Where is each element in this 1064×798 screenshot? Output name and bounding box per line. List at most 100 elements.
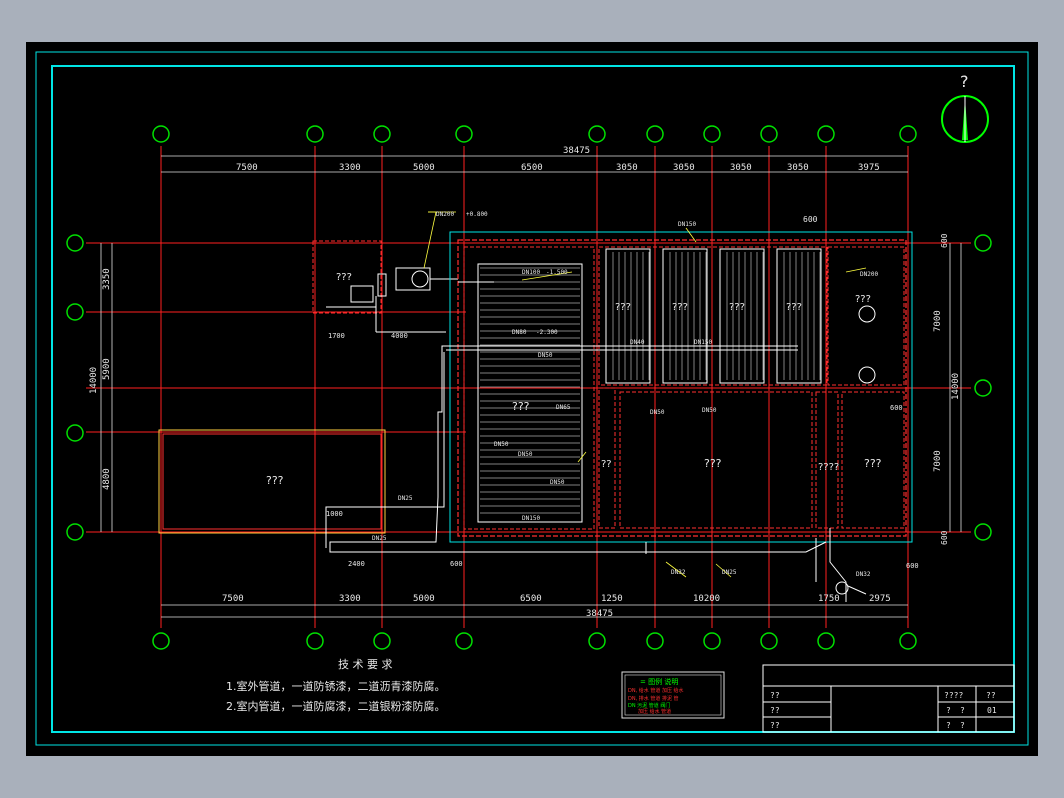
legend-row-3: DN 污泥 管道 阀门 [628,702,670,709]
grid-axes-horizontal [86,242,971,533]
dim-left-total: 14000 [89,367,99,394]
notes-line-2: 2.室内管道，一道防腐漆，二道银粉漆防腐。 [226,699,446,713]
dim-top-2: 3300 [339,163,361,173]
dim-bottom-total: 38475 [586,609,613,619]
pipe-label-5: -1.500 [546,269,568,276]
dim-bottom-1: 7500 [222,594,244,604]
tank-right-label: ??? [864,457,882,470]
drawing-sheet: ? 38475 7500 3300 5000 6500 3050 3050 30… [26,42,1038,756]
tank-big-label: ??? [704,457,722,470]
dim-top-8: 3050 [787,163,809,173]
pipelines [325,281,867,602]
dim-right-1: 600 [940,233,949,248]
dim-top-small: 600 [803,215,818,224]
technical-notes: 技 术 要 求 1.室外管道，一道防锈漆，二道沥青漆防腐。 2.室内管道，一道防… [226,658,446,713]
legend-row-1: DN, 给水 管道 加压 给水 [628,687,684,694]
dim-bottom-4: 6500 [520,594,542,604]
tank-vertical: ???? [815,391,839,529]
filter-cell [662,248,708,384]
pipe-label-2: +0.800 [466,211,488,218]
north-label: ? [960,72,969,91]
dim-right-3: 7000 [933,450,943,472]
room-upper-right-label: ??? [855,294,871,305]
dim-600b: 600 [906,562,919,570]
pipe-label-16: DN50 [650,409,665,416]
pipe-label-13: DN150 [522,515,540,522]
pipe-label-14: DN40 [630,339,645,346]
title-cell-1: ?? [770,691,780,700]
legend-title: = 图例 说明 [640,677,678,686]
dim-top-1: 7500 [236,163,258,173]
title-cell-8: 01 [987,706,997,715]
notes-line-1: 1.室外管道，一道防锈漆，二道沥青漆防腐。 [226,679,446,693]
dim-bottom-6: 10200 [693,594,720,604]
north-arrow-icon: ? [941,72,989,143]
dim-bottom-2: 3300 [339,594,361,604]
dim-bottom-7: 1750 [818,594,840,604]
dim-top-6: 3050 [673,163,695,173]
filter-cell [605,248,651,384]
room-upper-right: ??? [827,246,905,386]
dim-top-9: 3975 [858,163,880,173]
dim-1000: 1000 [326,510,343,518]
pipe-label-23: DN32 [856,571,871,578]
title-cell-10: ? [960,721,965,730]
dim-bottom-3: 5000 [413,594,435,604]
pipe-label-6: DN80 [512,329,527,336]
title-block [762,664,1015,733]
dim-600a: 600 [450,560,463,568]
title-cell-4: ???? [944,691,963,700]
pipe-label-7: -2.300 [536,329,558,336]
pipe-label-17: DN50 [702,407,717,414]
dim-2400: 2400 [348,560,365,568]
pipe-label-19: DN25 [398,495,413,502]
title-cell-5: ?? [986,691,996,700]
dim-bottom-5: 1250 [601,594,623,604]
dim-4000: 4000 [391,332,408,340]
pipe-label-3: DN150 [678,221,696,228]
room-lower-left-label: ??? [266,474,284,487]
pipe-label-18: DN200 [860,271,878,278]
room-upper-left-label: ??? [336,272,352,283]
legend-row-4: 加压 给水 管道 [638,708,671,715]
dim-600c: 600 [890,404,903,412]
room-ramp-label: ??? [512,400,530,413]
filter-label-1: ??? [615,302,631,313]
pipe-label-21: DN32 [671,569,686,576]
filter-row [598,246,828,386]
square-small-label: ?? [601,459,612,470]
pipe-label-9: DN65 [556,404,571,411]
pipe-label-11: DN50 [518,451,533,458]
pipe-label-1: DN200 [436,211,454,218]
dim-top-total: 38475 [563,146,590,156]
filter-label-4: ??? [786,302,802,313]
room-lower-left: ??? [158,429,386,534]
dim-left-2: 5900 [102,358,112,380]
notes-title: 技 术 要 求 [338,658,393,671]
pipe-label-15: DN150 [694,339,712,346]
title-cell-3: ?? [770,721,780,730]
legend-row-2: DN, 排水 管道 排泥 管 [628,695,679,702]
title-cell-6: ? [946,706,951,715]
dim-top-3: 5000 [413,163,435,173]
dim-1700: 1700 [328,332,345,340]
dim-bottom-8: 2975 [869,594,891,604]
dim-left-1: 3350 [102,268,112,290]
filter-cell [719,248,765,384]
title-cell-7: ? [960,706,965,715]
dim-top-5: 3050 [616,163,638,173]
ramp-hatch [480,267,580,514]
dim-left-3: 4800 [102,468,112,490]
legend-box: = 图例 说明 DN, 给水 管道 加压 给水 DN, 排水 管道 排泥 管 D… [621,671,725,719]
title-cell-9: ? [946,721,951,730]
filter-label-2: ??? [672,302,688,313]
dim-right-total: 14000 [951,373,961,400]
dim-right-2: 7000 [933,310,943,332]
pipe-label-12: DN50 [550,479,565,486]
pipe-label-10: DN50 [494,441,509,448]
title-cell-2: ?? [770,706,780,715]
dim-top-4: 6500 [521,163,543,173]
filter-cell [776,248,822,384]
pipe-label-4: DN100 [522,269,540,276]
pipe-label-20: DN25 [372,535,387,542]
